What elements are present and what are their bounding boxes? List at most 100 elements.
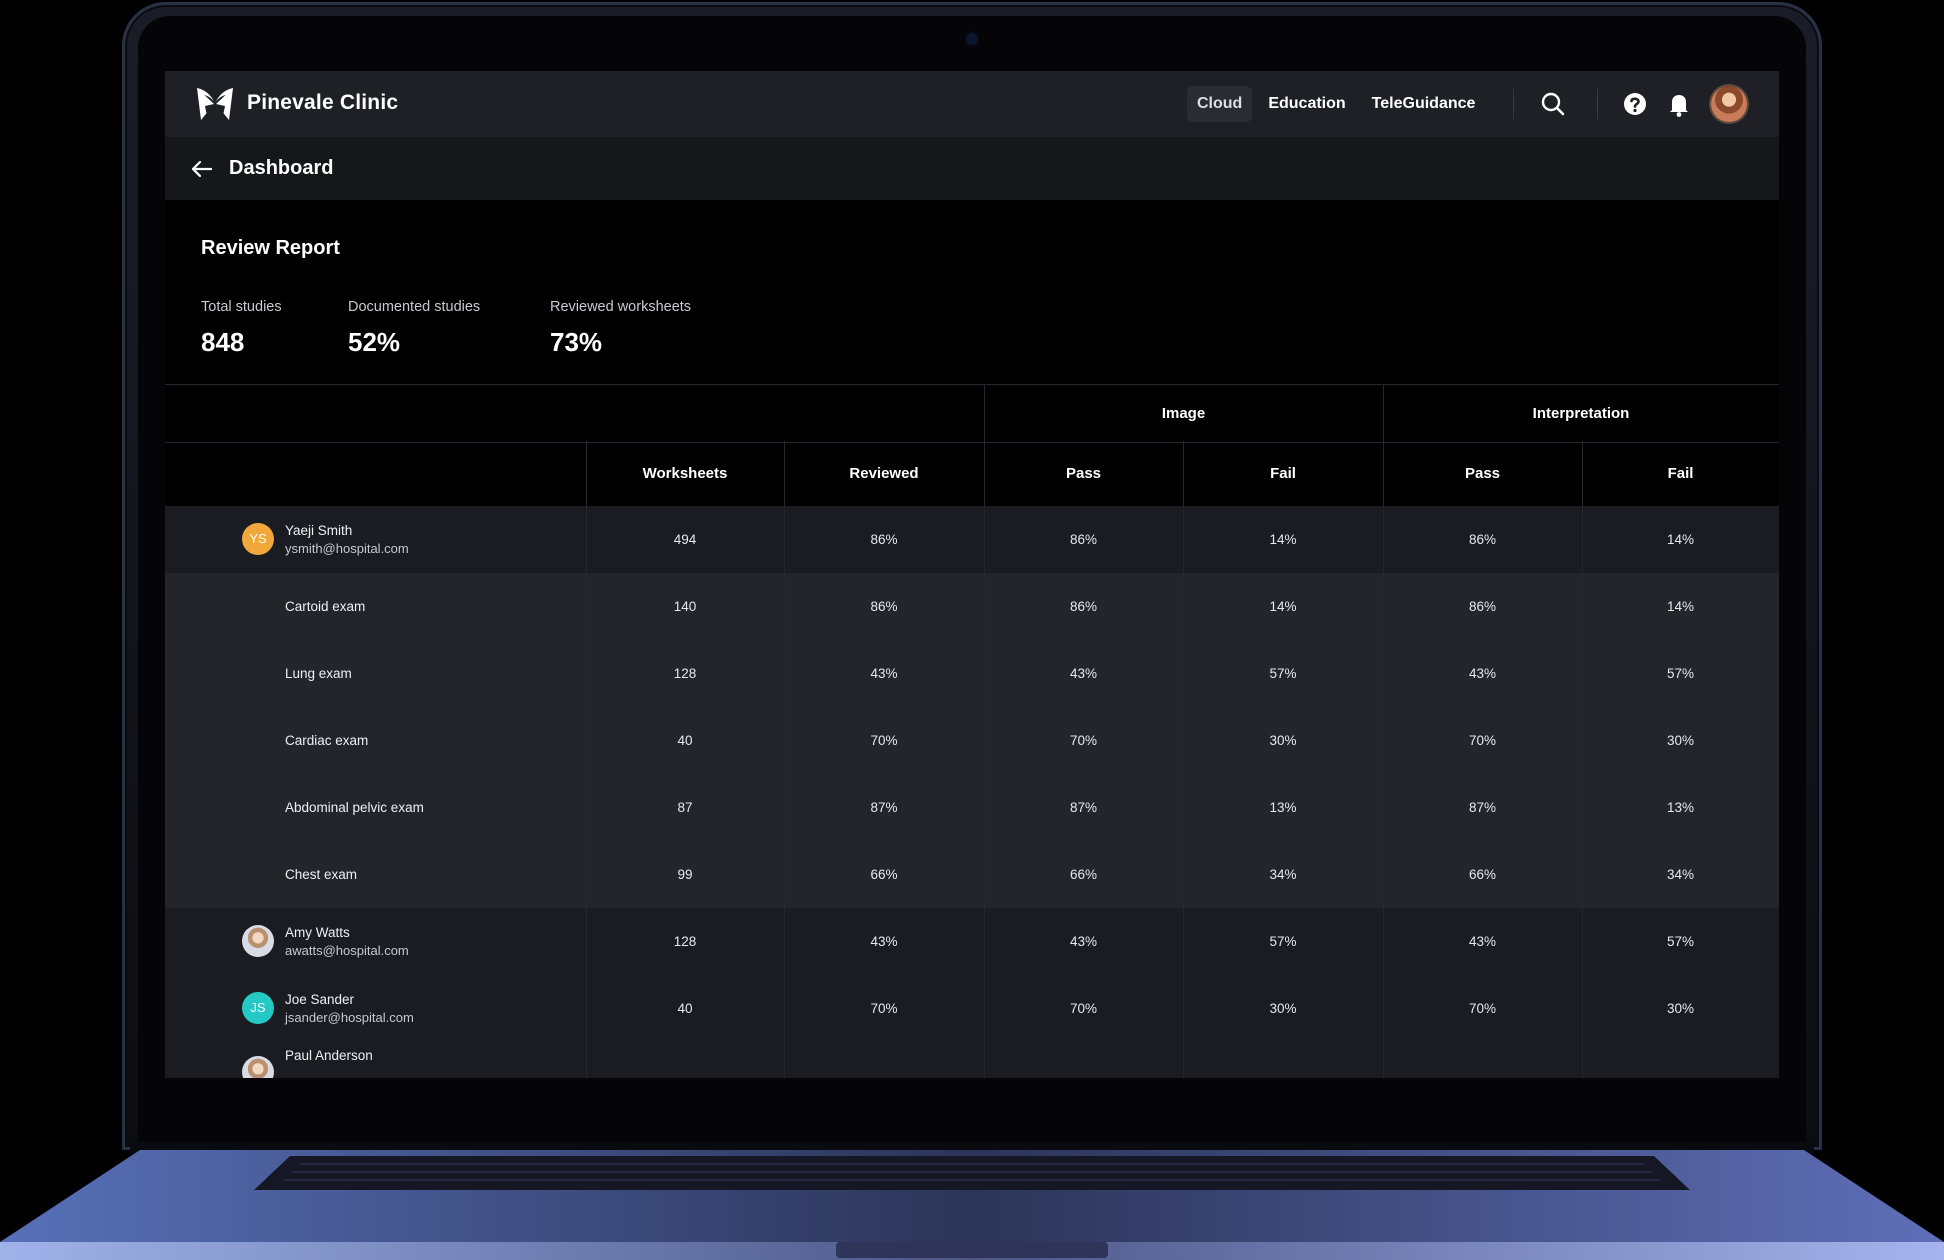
group-interpretation: Interpretation xyxy=(1532,405,1630,422)
cell-worksheets: 99 xyxy=(677,867,693,882)
cell-reviewed: 87% xyxy=(870,800,898,815)
cell-worksheets: 128 xyxy=(673,666,697,681)
col-interp-pass[interactable]: Pass xyxy=(1383,441,1582,506)
webcam xyxy=(966,33,978,45)
grid-line xyxy=(784,441,785,1078)
grid-line xyxy=(984,384,985,1078)
cell-reviewed: 70% xyxy=(870,1001,898,1016)
user-avatar[interactable] xyxy=(1711,86,1747,122)
cell-image-fail: 34% xyxy=(1269,867,1297,882)
cell-interp-pass: 66% xyxy=(1468,867,1497,882)
user-name: Joe Sander xyxy=(285,992,355,1007)
exam-name: Cardiac exam xyxy=(285,733,369,748)
cell-reviewed: 70% xyxy=(870,733,898,748)
cell-interp-fail: 57% xyxy=(1666,934,1695,949)
stat-reviewed-worksheets: Reviewed worksheets 73% xyxy=(550,299,691,358)
col-worksheets[interactable]: Worksheets xyxy=(586,441,784,506)
stat-label: Total studies xyxy=(201,299,282,315)
cell-reviewed: 86% xyxy=(870,532,898,547)
table-row[interactable]: JS Joe Sander jsander@hospital.com 40 70… xyxy=(165,975,1779,1043)
cell-reviewed: 43% xyxy=(870,934,898,949)
cell-interp-fail: 14% xyxy=(1666,599,1695,614)
brand-name[interactable]: Pinevale Clinic xyxy=(247,91,398,115)
dashboard-header: Dashboard xyxy=(165,137,1779,200)
grid-line xyxy=(1383,384,1384,1078)
cell-worksheets: 40 xyxy=(677,1001,693,1016)
cell-interp-pass: 43% xyxy=(1468,666,1497,681)
cell-interp-pass: 70% xyxy=(1468,733,1497,748)
col-image-pass[interactable]: Pass xyxy=(984,441,1183,506)
user-name: Amy Watts xyxy=(285,925,350,940)
top-navigation-bar: Pinevale Clinic Cloud Education TeleGuid… xyxy=(165,71,1779,137)
cell-image-fail: 57% xyxy=(1269,666,1297,681)
avatar: YS xyxy=(242,523,274,555)
cell-interp-fail: 57% xyxy=(1666,666,1695,681)
cell-reviewed: 66% xyxy=(870,867,898,882)
cell-image-pass: 43% xyxy=(1069,934,1098,949)
cell-interp-pass: 70% xyxy=(1468,1001,1497,1016)
table-row[interactable]: Lung exam 128 43% 43% 57% 43% 57% xyxy=(165,640,1779,708)
cell-interp-pass: 86% xyxy=(1468,599,1497,614)
cell-interp-pass: 87% xyxy=(1468,800,1497,815)
user-info: Amy Watts awatts@hospital.com xyxy=(285,908,409,975)
cell-reviewed: 86% xyxy=(870,599,898,614)
table-row[interactable]: Abdominal pelvic exam 87 87% 87% 13% 87%… xyxy=(165,774,1779,842)
stat-value: 52% xyxy=(348,327,401,357)
page-title: Dashboard xyxy=(229,157,334,179)
table-column-header: Worksheets Reviewed Pass Fail Pass Fail xyxy=(165,441,1779,507)
grid-line xyxy=(586,441,587,1078)
cell-interp-pass: 86% xyxy=(1468,532,1497,547)
butterfly-logo-icon[interactable] xyxy=(195,86,235,122)
back-arrow-icon[interactable] xyxy=(191,159,213,179)
table-row[interactable]: Paul Anderson xyxy=(165,1042,1779,1078)
cell-reviewed: 43% xyxy=(870,666,898,681)
col-image-fail[interactable]: Fail xyxy=(1183,441,1383,506)
col-interp-fail[interactable]: Fail xyxy=(1582,441,1779,506)
laptop-base xyxy=(0,1142,1944,1260)
cell-image-fail: 57% xyxy=(1269,934,1297,949)
col-reviewed[interactable]: Reviewed xyxy=(784,441,984,506)
user-name: Paul Anderson xyxy=(285,1048,373,1063)
bell-icon[interactable] xyxy=(1663,88,1695,120)
user-email: jsander@hospital.com xyxy=(285,1010,414,1025)
cell-interp-fail: 13% xyxy=(1666,800,1695,815)
nav-education[interactable]: Education xyxy=(1258,86,1355,122)
stat-label: Documented studies xyxy=(348,299,481,315)
stat-documented-studies: Documented studies 52% xyxy=(348,299,480,358)
table-row[interactable]: Cardiac exam 40 70% 70% 30% 70% 30% xyxy=(165,707,1779,775)
divider xyxy=(1513,89,1514,119)
search-icon[interactable] xyxy=(1537,88,1569,120)
cell-image-pass: 87% xyxy=(1069,800,1098,815)
nav-teleguidance[interactable]: TeleGuidance xyxy=(1362,86,1486,122)
cell-worksheets: 40 xyxy=(677,733,693,748)
cell-image-pass: 86% xyxy=(1069,532,1098,547)
table-row[interactable]: YS Yaeji Smith ysmith@hospital.com 494 8… xyxy=(165,506,1779,574)
cell-interp-fail: 14% xyxy=(1666,532,1695,547)
cell-image-pass: 86% xyxy=(1069,599,1098,614)
grid-line xyxy=(1183,441,1184,1078)
stat-label: Reviewed worksheets xyxy=(550,299,692,315)
user-email: awatts@hospital.com xyxy=(285,943,409,958)
report-title: Review Report xyxy=(201,237,340,259)
divider xyxy=(1597,89,1598,119)
exam-name: Chest exam xyxy=(285,867,358,882)
stat-value: 73% xyxy=(550,327,603,357)
group-image: Image xyxy=(1161,405,1206,422)
cell-image-fail: 14% xyxy=(1269,532,1297,547)
help-icon[interactable] xyxy=(1619,88,1651,120)
cell-image-fail: 14% xyxy=(1269,599,1297,614)
cell-interp-fail: 34% xyxy=(1666,867,1695,882)
exam-name: Cartoid exam xyxy=(285,599,366,614)
table-row[interactable]: Amy Watts awatts@hospital.com 128 43% 43… xyxy=(165,908,1779,976)
exam-name: Lung exam xyxy=(285,666,352,681)
cell-worksheets: 87 xyxy=(677,800,693,815)
exam-name: Abdominal pelvic exam xyxy=(285,800,424,815)
nav-cloud[interactable]: Cloud xyxy=(1187,86,1253,122)
avatar xyxy=(242,1056,274,1078)
user-info: Yaeji Smith ysmith@hospital.com xyxy=(285,506,409,573)
table-row[interactable]: Cartoid exam 140 86% 86% 14% 86% 14% xyxy=(165,573,1779,641)
avatar: JS xyxy=(242,992,274,1024)
stat-value: 848 xyxy=(201,327,245,357)
review-table: Image Interpretation Worksheets Reviewed… xyxy=(165,384,1779,1078)
table-row[interactable]: Chest exam 99 66% 66% 34% 66% 34% xyxy=(165,841,1779,909)
